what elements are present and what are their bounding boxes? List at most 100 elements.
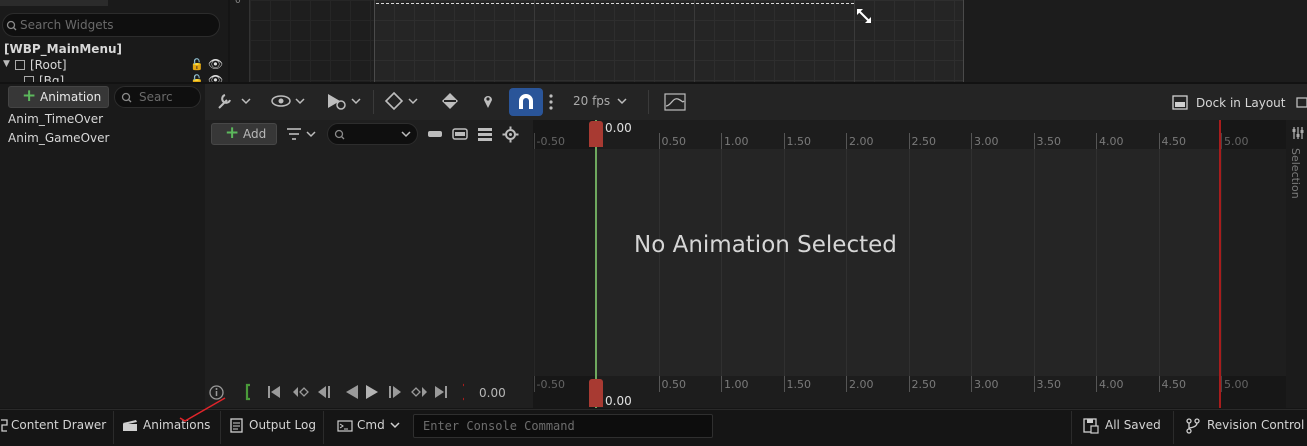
status-separator <box>220 411 221 444</box>
tick-mark <box>658 376 660 392</box>
toolbar-separator <box>648 90 649 114</box>
widget-canvas[interactable] <box>374 0 964 82</box>
playhead-handle-top[interactable] <box>589 121 603 147</box>
jump-to-start-icon <box>268 386 280 398</box>
location-pin-icon[interactable] <box>480 91 496 111</box>
add-animation-button[interactable]: + Animation <box>8 86 109 108</box>
tools-wrench-icon[interactable] <box>216 91 252 111</box>
console-placeholder: Enter Console Command <box>423 419 575 433</box>
revision-control-button[interactable]: Revision Control <box>1207 418 1304 432</box>
collapse-all-icon[interactable] <box>427 126 443 142</box>
jump-to-start-marker-icon <box>245 383 250 401</box>
step-back-icon <box>318 386 330 398</box>
cmd-dropdown[interactable]: Cmd <box>357 418 385 432</box>
track-search-input[interactable] <box>327 123 418 145</box>
curve-editor-icon[interactable] <box>664 93 686 111</box>
transport-controls <box>245 383 464 401</box>
timeline-grid-line <box>783 149 785 376</box>
tick-mark <box>1096 133 1097 149</box>
details-side-tab[interactable]: Selection <box>1286 120 1307 408</box>
content-drawer-icon <box>1 419 8 432</box>
tick-label-bottom: 3.50 <box>1036 378 1062 391</box>
chevron-down-icon[interactable] <box>400 130 412 140</box>
tick-mark <box>658 133 660 149</box>
keyframe-diamond-icon[interactable] <box>383 91 423 111</box>
filter-icon[interactable] <box>285 126 319 142</box>
output-log-button[interactable]: Output Log <box>249 418 316 432</box>
search-widgets-placeholder: Search Widgets <box>20 18 114 32</box>
view-eye-icon[interactable] <box>270 93 308 109</box>
widget-box-icon <box>15 60 25 70</box>
output-log-icon <box>230 418 243 433</box>
tick-label-bottom: 1.50 <box>786 378 812 391</box>
playhead-time-top: 0.00 <box>605 121 632 135</box>
search-widgets-input[interactable]: Search Widgets <box>2 13 220 37</box>
tree-item-label: [Root] <box>30 58 67 72</box>
list-view-icon[interactable] <box>477 126 493 142</box>
eye-icon[interactable]: 👁 <box>208 73 223 82</box>
tick-mark <box>1096 376 1097 392</box>
tick-label-bottom: 1.00 <box>724 378 749 391</box>
expand-arrow-icon[interactable]: ▼ <box>3 56 10 72</box>
sequencer-toolbar <box>205 84 1307 120</box>
animation-list-item[interactable]: Anim_TimeOver <box>8 112 103 126</box>
tree-root-widget[interactable]: [WBP_MainMenu] <box>4 41 122 57</box>
tick-mark <box>908 133 910 149</box>
play-reverse-icon <box>346 385 358 399</box>
add-animation-label: Animation <box>40 90 102 104</box>
fps-label[interactable]: 20 fps <box>573 94 610 108</box>
content-drawer-button[interactable]: Content Drawer <box>11 418 106 432</box>
playhead-handle-bottom[interactable] <box>589 379 603 407</box>
track-outliner[interactable] <box>205 120 533 376</box>
search-icon <box>121 92 132 103</box>
tick-label-top: 4.00 <box>1099 135 1124 148</box>
more-options-icon[interactable] <box>547 93 555 111</box>
tick-mark <box>721 133 722 149</box>
prev-key-icon <box>293 387 309 397</box>
details-sliders-icon <box>1292 127 1304 139</box>
tick-label-top: 1.50 <box>786 135 812 148</box>
chevron-down-icon[interactable] <box>389 421 401 431</box>
tree-item-root[interactable]: ▼ [Root] 🔓 👁 <box>0 57 226 73</box>
dock-layout-icon[interactable] <box>1172 95 1188 110</box>
tick-label-bottom: 4.50 <box>1161 378 1187 391</box>
playback-options-icon[interactable] <box>324 91 364 111</box>
status-separator <box>1173 411 1174 444</box>
timeline-area[interactable] <box>533 120 1286 408</box>
animation-list-item[interactable]: Anim_GameOver <box>8 131 109 145</box>
tree-item-bg[interactable]: [Bg] 🔓 👁 <box>0 73 226 82</box>
playback-end-marker[interactable] <box>1219 120 1221 408</box>
playback-start-marker[interactable] <box>595 120 597 408</box>
tick-label-top: 3.50 <box>1036 135 1062 148</box>
hierarchy-tab-strip <box>0 0 108 6</box>
designer-offscreen-area <box>964 0 1307 82</box>
dock-in-layout-button[interactable]: Dock in Layout <box>1196 96 1286 110</box>
canvas-guide <box>694 0 695 82</box>
current-time-field[interactable]: 0.00 <box>479 386 506 400</box>
timeline-grid-line <box>1158 149 1160 376</box>
lock-icon[interactable]: 🔓 <box>190 57 204 73</box>
settings-gear-icon[interactable] <box>502 126 519 143</box>
add-track-button[interactable]: + Add <box>211 123 277 145</box>
chevron-down-icon[interactable] <box>616 96 628 106</box>
tick-label-top: 2.50 <box>911 135 937 148</box>
playhead-time-bottom: 0.00 <box>605 394 632 408</box>
tick-mark <box>1033 133 1035 149</box>
toolbar-overflow-icon[interactable] <box>1296 95 1307 110</box>
play-icon <box>366 385 378 399</box>
plus-icon: + <box>225 123 240 143</box>
lock-icon[interactable]: 🔓 <box>190 73 204 82</box>
snap-toggle-button[interactable] <box>509 88 543 116</box>
all-saved-button[interactable]: All Saved <box>1105 418 1161 432</box>
animation-search-input[interactable]: Searc <box>114 86 201 108</box>
magnet-icon <box>519 94 533 109</box>
eye-icon[interactable]: 👁 <box>208 56 223 72</box>
tick-label-bottom: 2.50 <box>911 378 937 391</box>
vertical-ruler: 0 <box>230 0 250 82</box>
console-command-input[interactable]: Enter Console Command <box>413 414 713 438</box>
key-auto-icon[interactable] <box>439 91 461 111</box>
resize-handle-icon[interactable] <box>855 7 873 25</box>
tick-mark <box>1158 376 1160 392</box>
expand-all-icon[interactable] <box>452 126 468 142</box>
timeline-grid-line <box>721 149 722 376</box>
